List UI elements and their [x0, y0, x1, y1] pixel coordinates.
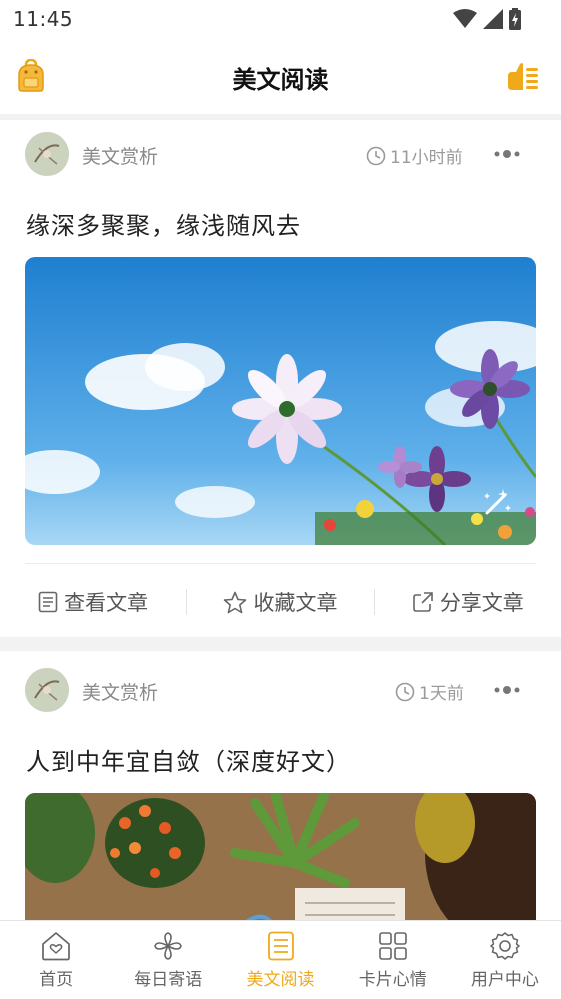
clock-icon — [395, 682, 415, 701]
article-cover-image[interactable] — [25, 793, 536, 921]
grid-cards-icon — [378, 932, 407, 960]
view-article-button[interactable]: 查看文章 — [0, 587, 186, 617]
page-title: 美文阅读 — [232, 66, 329, 94]
tab-daily-message[interactable]: 每日寄语 — [112, 921, 224, 999]
status-bar: 11:45 — [0, 0, 561, 40]
status-time: 11:45 — [13, 7, 74, 31]
pinwheel-icon — [154, 932, 183, 960]
tab-card-mood-label: 卡片心情 — [358, 970, 427, 990]
collect-article-label: 收藏文章 — [253, 591, 338, 615]
more-options-icon[interactable] — [493, 148, 521, 160]
author-avatar[interactable] — [25, 132, 69, 176]
status-icons — [453, 8, 521, 30]
tab-article-reading-label: 美文阅读 — [246, 970, 315, 990]
more-options-icon[interactable] — [493, 684, 521, 696]
article-cover-image[interactable] — [25, 257, 536, 545]
author-name[interactable]: 美文赏析 — [82, 678, 158, 705]
view-article-label: 查看文章 — [64, 591, 149, 615]
tab-home-label: 首页 — [39, 970, 74, 990]
avatar-image — [25, 668, 69, 712]
post-time: 11小时前 — [366, 143, 463, 168]
menu-icon[interactable] — [506, 62, 540, 92]
home-heart-icon — [42, 932, 70, 961]
post-time-text: 11小时前 — [390, 148, 463, 168]
author-name[interactable]: 美文赏析 — [82, 142, 158, 169]
bottom-tab-bar: 首页 每日寄语 美文阅读 卡片心情 用户中心 — [0, 920, 561, 999]
document-icon — [38, 591, 58, 613]
article-document-icon — [267, 931, 294, 961]
article-actions: 查看文章 收藏文章 分享文章 — [0, 582, 561, 622]
app-bar: 美文阅读 — [0, 40, 561, 114]
author-avatar[interactable] — [25, 668, 69, 712]
tab-user-center-label: 用户中心 — [470, 970, 539, 990]
signal-icon — [483, 9, 503, 29]
clock-icon — [366, 146, 386, 165]
collect-article-button[interactable]: 收藏文章 — [187, 587, 373, 617]
tab-home[interactable]: 首页 — [0, 921, 112, 999]
article-card[interactable]: 美文赏析 1天前 人到中年宜自敛（深度好文） — [0, 651, 561, 921]
share-icon — [413, 592, 433, 612]
share-article-label: 分享文章 — [439, 591, 524, 615]
post-time-text: 1天前 — [419, 684, 464, 704]
star-icon — [224, 591, 247, 613]
article-title[interactable]: 缘深多聚聚，缘浅随风去 — [26, 206, 301, 241]
tab-card-mood[interactable]: 卡片心情 — [337, 921, 449, 999]
cover-flowers-sky — [25, 257, 536, 545]
avatar-image — [25, 132, 69, 176]
cover-plants-table — [25, 793, 536, 921]
wifi-icon — [453, 9, 477, 28]
article-title[interactable]: 人到中年宜自敛（深度好文） — [26, 742, 351, 777]
article-card[interactable]: 美文赏析 11小时前 缘深多聚聚，缘浅随风去 查看文章 收藏文章 分享文章 — [0, 120, 561, 637]
battery-icon — [509, 8, 521, 30]
tab-daily-message-label: 每日寄语 — [134, 970, 203, 990]
share-article-button[interactable]: 分享文章 — [375, 587, 561, 617]
divider — [25, 563, 536, 564]
post-time: 1天前 — [395, 679, 464, 704]
gear-icon — [490, 932, 520, 960]
tab-user-center[interactable]: 用户中心 — [449, 921, 561, 999]
tab-article-reading[interactable]: 美文阅读 — [224, 921, 336, 999]
